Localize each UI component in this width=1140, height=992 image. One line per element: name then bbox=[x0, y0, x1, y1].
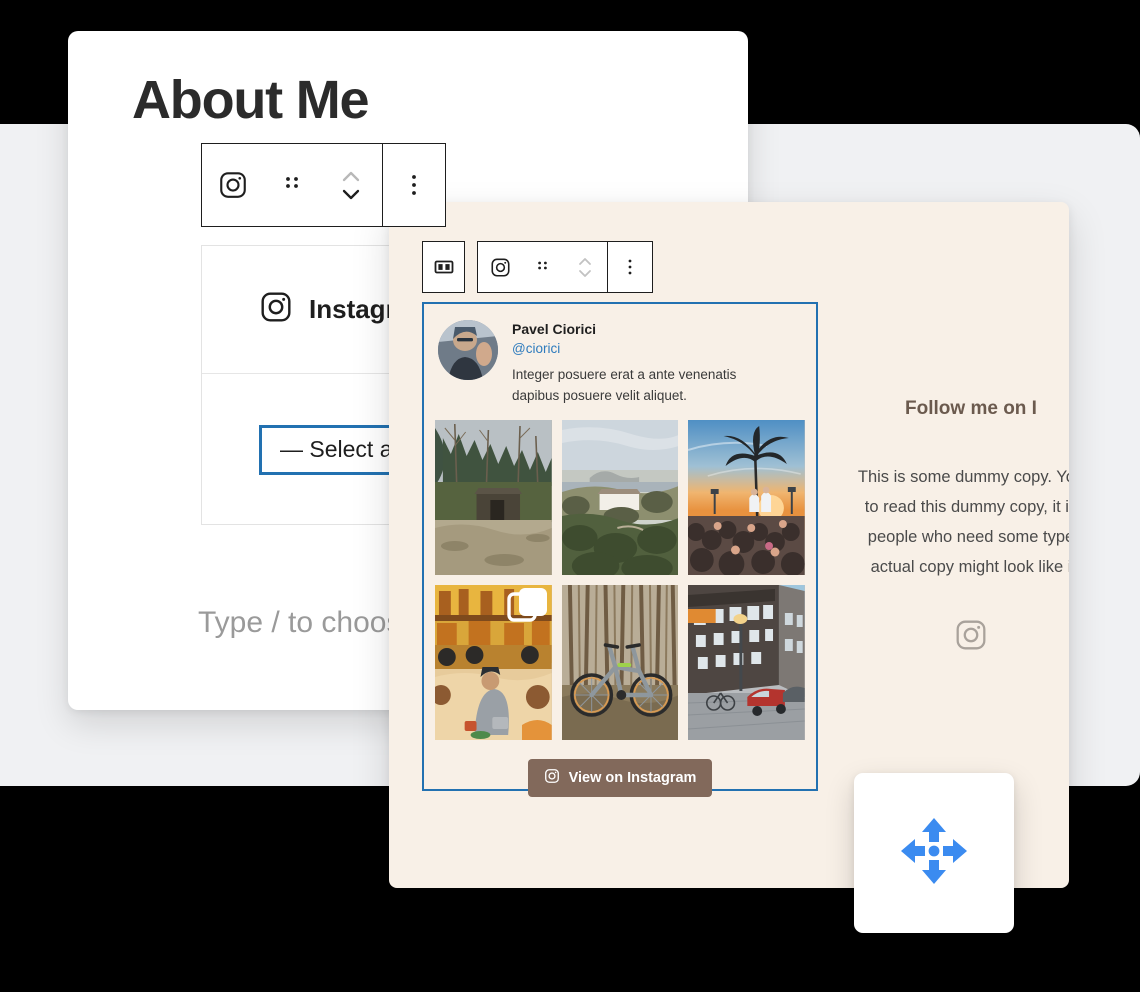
feed-profile-header: Pavel Ciorici @ciorici Integer posuere e… bbox=[424, 304, 816, 407]
profile-handle[interactable]: @ciorici bbox=[512, 340, 802, 359]
preview-toolbar-row bbox=[422, 241, 653, 293]
photo-mountain-bike[interactable] bbox=[561, 585, 679, 741]
photo-city-street[interactable] bbox=[688, 585, 805, 741]
follow-column: Follow me on I This is some dummy copy. … bbox=[841, 398, 1069, 652]
follow-heading: Follow me on I bbox=[905, 398, 1037, 419]
instagram-icon bbox=[259, 290, 293, 329]
drag-handle-icon[interactable] bbox=[522, 242, 563, 292]
follow-copy-line: actual copy might look like i bbox=[870, 558, 1069, 577]
drag-handle-icon[interactable] bbox=[264, 144, 320, 226]
more-options-icon[interactable] bbox=[383, 144, 445, 226]
post-caption: Integer posuere erat a ante venenatis da… bbox=[512, 367, 737, 404]
block-toolbar-preview[interactable] bbox=[477, 241, 653, 293]
block-toolbar-main-group bbox=[202, 144, 382, 226]
instagram-feed-embed[interactable]: Pavel Ciorici @ciorici Integer posuere e… bbox=[422, 302, 818, 798]
photo-palm-sunset-crowd[interactable] bbox=[688, 420, 805, 576]
follow-body-copy: This is some dummy copy. You to read thi… bbox=[841, 462, 1069, 582]
profile-display-name: Pavel Ciorici bbox=[512, 321, 597, 337]
photo-coastal-villa[interactable] bbox=[561, 420, 679, 576]
follow-copy-line: This is some dummy copy. You bbox=[857, 468, 1069, 486]
instagram-block-icon[interactable] bbox=[202, 144, 264, 226]
page-title: About Me bbox=[132, 70, 370, 130]
photo-forest-cabin[interactable] bbox=[435, 420, 552, 576]
move-up-down-icon[interactable] bbox=[563, 242, 607, 292]
instagram-icon[interactable] bbox=[841, 618, 1069, 652]
feed-footer: View on Instagram bbox=[424, 740, 816, 813]
more-options-icon[interactable] bbox=[608, 242, 652, 292]
follow-copy-line: people who need some type bbox=[867, 528, 1069, 547]
instagram-icon bbox=[544, 768, 560, 788]
drag-handle-card[interactable] bbox=[854, 773, 1014, 933]
follow-copy-line: to read this dummy copy, it is bbox=[864, 498, 1069, 517]
split-layout-icon[interactable] bbox=[423, 242, 464, 292]
duplicate-cursor-icon bbox=[505, 586, 553, 639]
block-toolbar[interactable] bbox=[201, 143, 446, 227]
layout-toolbar[interactable] bbox=[422, 241, 465, 293]
instagram-block-icon[interactable] bbox=[478, 242, 522, 292]
view-on-instagram-button[interactable]: View on Instagram bbox=[527, 759, 713, 798]
profile-meta: Pavel Ciorici @ciorici Integer posuere e… bbox=[512, 320, 802, 407]
view-on-instagram-label: View on Instagram bbox=[568, 770, 697, 787]
move-up-down-icon[interactable] bbox=[320, 144, 382, 226]
block-toolbar-options-group bbox=[383, 144, 445, 226]
avatar bbox=[438, 320, 498, 380]
screenshot-stage: About Me Instagram — Select a Feed t Typ… bbox=[0, 0, 1140, 992]
move-arrows-icon bbox=[895, 812, 973, 895]
photo-grid bbox=[424, 407, 816, 741]
